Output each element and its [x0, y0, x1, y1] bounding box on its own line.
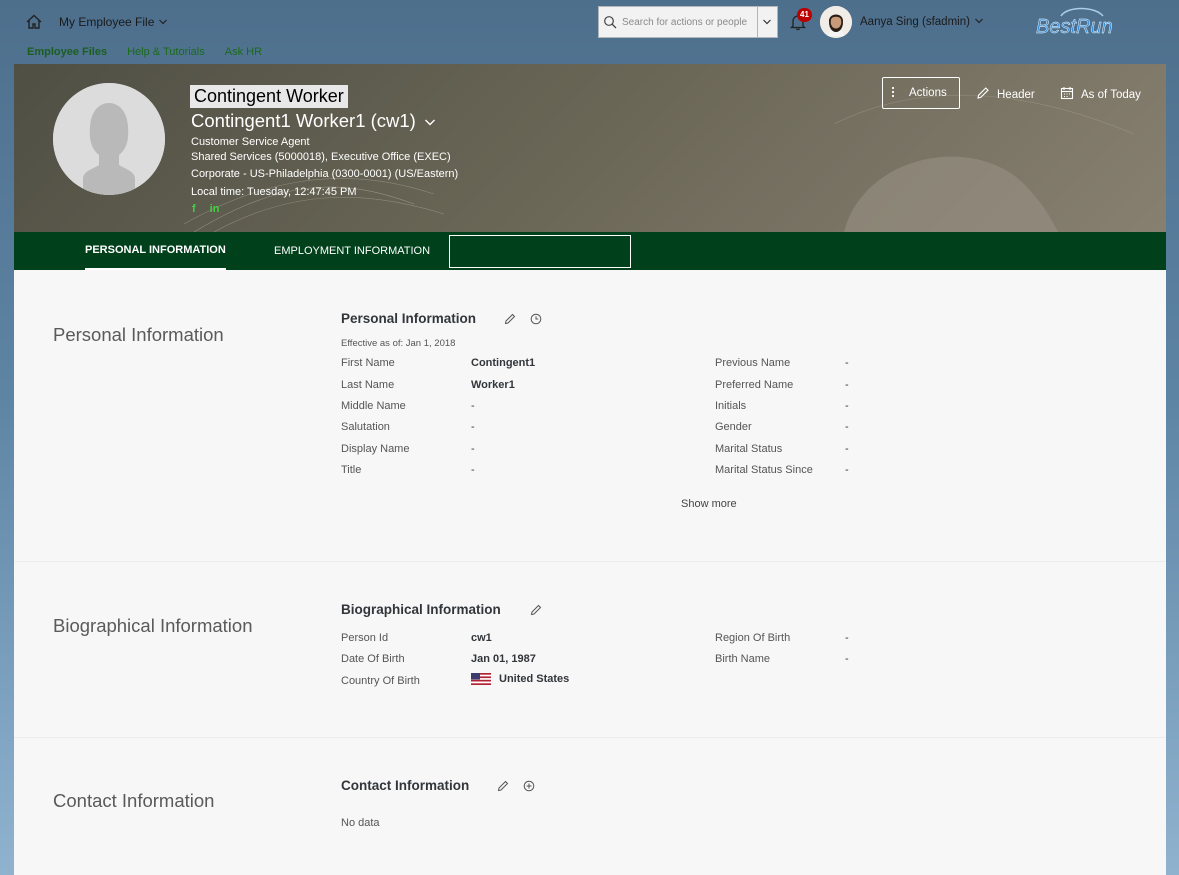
field-value-display-name: - — [471, 443, 475, 455]
tab-personal-information[interactable]: PERSONAL INFORMATION — [85, 232, 226, 270]
field-label-gender: Gender — [715, 421, 752, 433]
chevron-down-icon — [158, 15, 168, 29]
home-icon[interactable] — [24, 12, 44, 32]
tab-focused-empty[interactable] — [449, 235, 631, 268]
employee-type-label: Contingent Worker — [190, 85, 348, 108]
field-value-gender: - — [845, 421, 849, 433]
department: Shared Services (5000018), Executive Off… — [191, 151, 451, 163]
profile-photo[interactable] — [53, 83, 165, 195]
search-scope-dropdown[interactable] — [757, 7, 776, 37]
section-title-personal: Personal Information — [53, 324, 224, 345]
employee-name: Contingent1 Worker1 (cw1) — [191, 110, 416, 131]
history-icon[interactable] — [529, 312, 543, 326]
field-label-preferred-name: Preferred Name — [715, 379, 794, 391]
field-value-salutation: - — [471, 421, 475, 433]
field-value-date-of-birth: Jan 01, 1987 — [471, 653, 536, 665]
search-input[interactable] — [621, 8, 757, 36]
actions-button[interactable]: Actions — [882, 77, 960, 109]
nav-ask-hr[interactable]: Ask HR — [225, 46, 262, 58]
top-nav: Employee Files Help & Tutorials Ask HR — [27, 46, 262, 58]
search-box — [598, 6, 778, 38]
field-label-birth-name: Birth Name — [715, 653, 771, 665]
us-flag-icon — [471, 673, 491, 686]
chevron-down-icon — [424, 110, 436, 132]
field-value-country-of-birth: United States — [471, 673, 570, 686]
location: Corporate - US-Philadelphia (0300-0001) … — [191, 168, 459, 180]
profile-header: Contingent Worker Contingent1 Worker1 (c… — [14, 64, 1166, 232]
no-data-text: No data — [341, 817, 380, 829]
field-label-previous-name: Previous Name — [715, 357, 791, 369]
biographical-info-heading: Biographical Information — [341, 602, 501, 617]
user-menu[interactable]: Aanya Sing (sfadmin) — [860, 16, 984, 28]
country-name: United States — [499, 673, 570, 685]
section-divider — [14, 561, 1166, 562]
header-button[interactable]: Header — [976, 86, 1035, 103]
field-value-title: - — [471, 464, 475, 476]
field-value-region-of-birth: - — [845, 632, 849, 644]
main-panel: Contingent Worker Contingent1 Worker1 (c… — [14, 64, 1166, 875]
tab-employment-information[interactable]: EMPLOYMENT INFORMATION — [274, 232, 430, 270]
edit-icon[interactable] — [529, 603, 543, 617]
section-tabs: PERSONAL INFORMATION EMPLOYMENT INFORMAT… — [14, 232, 1166, 270]
actions-label: Actions — [909, 87, 947, 99]
show-more-link[interactable]: Show more — [681, 498, 737, 510]
edit-icon[interactable] — [503, 312, 517, 326]
field-label-marital-status: Marital Status — [715, 443, 783, 455]
notification-badge: 41 — [797, 8, 812, 22]
field-label-display-name: Display Name — [341, 443, 410, 455]
calendar-icon — [1060, 86, 1074, 103]
company-logo: BestRun · · · · · · · · · — [1033, 4, 1117, 40]
field-label-country-of-birth: Country Of Birth — [341, 675, 420, 687]
field-label-title: Title — [341, 464, 362, 476]
employee-file-menu-label: My Employee File — [59, 15, 155, 29]
contact-info-heading: Contact Information — [341, 778, 470, 793]
nav-help-tutorials[interactable]: Help & Tutorials — [127, 46, 205, 58]
field-label-middle-name: Middle Name — [341, 400, 406, 412]
field-value-first-name: Contingent1 — [471, 357, 536, 369]
field-label-salutation: Salutation — [341, 421, 390, 433]
field-value-middle-name: - — [471, 400, 475, 412]
social-links: f in — [192, 203, 219, 215]
employee-name-switcher[interactable]: Contingent1 Worker1 (cw1) — [191, 110, 436, 132]
effective-date: Effective as of: Jan 1, 2018 — [341, 338, 456, 349]
more-vertical-icon — [891, 86, 895, 101]
field-value-marital-status: - — [845, 443, 849, 455]
add-icon[interactable] — [522, 779, 536, 793]
employee-file-menu[interactable]: My Employee File — [59, 15, 168, 29]
field-value-previous-name: - — [845, 357, 849, 369]
user-name-label: Aanya Sing (sfadmin) — [860, 16, 970, 28]
field-value-last-name: Worker1 — [471, 379, 515, 391]
section-divider — [14, 737, 1166, 738]
local-time: Local time: Tuesday, 12:47:45 PM — [191, 186, 357, 198]
as-of-date-label: As of Today — [1081, 88, 1141, 101]
as-of-date-button[interactable]: As of Today — [1060, 86, 1141, 103]
section-title-biographical: Biographical Information — [53, 615, 253, 636]
field-label-marital-status-since: Marital Status Since — [715, 464, 813, 476]
field-value-preferred-name: - — [845, 379, 849, 391]
header-button-label: Header — [997, 88, 1035, 101]
facebook-icon[interactable]: f — [192, 203, 196, 215]
svg-text:· · · · · · · · ·: · · · · · · · · · — [1075, 33, 1096, 38]
chevron-down-icon — [974, 16, 984, 28]
field-value-birth-name: - — [845, 653, 849, 665]
field-label-first-name: First Name — [341, 357, 395, 369]
pencil-icon — [976, 86, 990, 103]
field-label-date-of-birth: Date Of Birth — [341, 653, 405, 665]
field-label-person-id: Person Id — [341, 632, 389, 644]
field-label-region-of-birth: Region Of Birth — [715, 632, 791, 644]
linkedin-icon[interactable]: in — [210, 203, 220, 215]
field-value-initials: - — [845, 400, 849, 412]
nav-employee-files[interactable]: Employee Files — [27, 46, 107, 58]
edit-icon[interactable] — [496, 779, 510, 793]
field-label-initials: Initials — [715, 400, 747, 412]
section-title-contact: Contact Information — [53, 790, 215, 811]
personal-info-heading: Personal Information — [341, 311, 477, 326]
field-value-marital-status-since: - — [845, 464, 849, 476]
shell-bar: My Employee File 41 Aanya Sing (sfadmin) — [0, 0, 1179, 44]
search-icon — [599, 15, 621, 29]
avatar[interactable] — [820, 6, 852, 38]
field-value-person-id: cw1 — [471, 632, 492, 644]
job-title: Customer Service Agent — [191, 136, 310, 148]
field-label-last-name: Last Name — [341, 379, 395, 391]
